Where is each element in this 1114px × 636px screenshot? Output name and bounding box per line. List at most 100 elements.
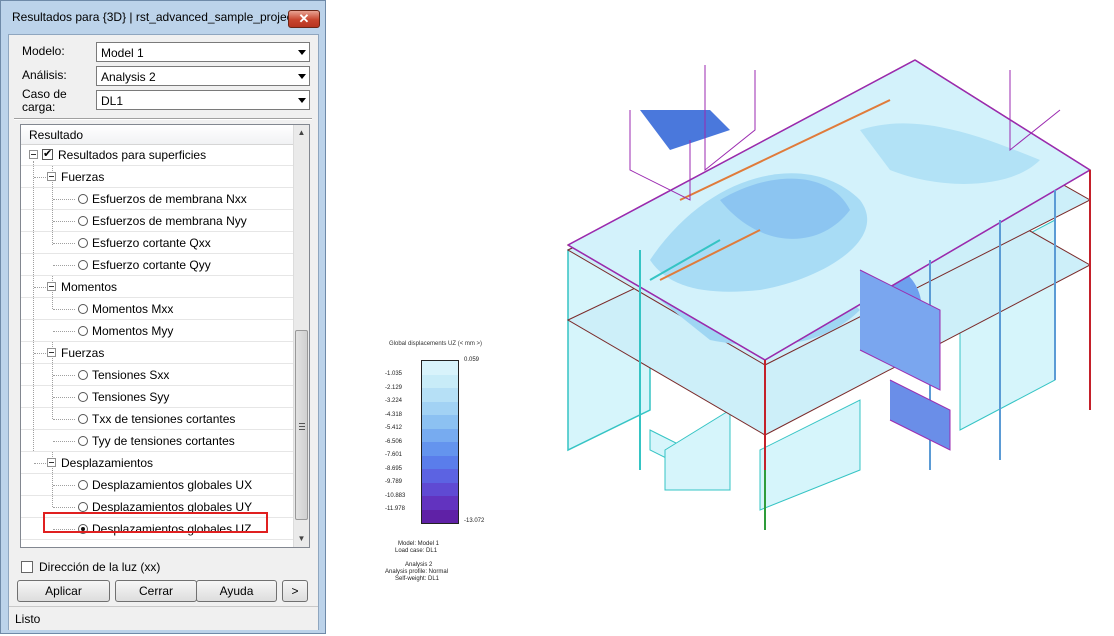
- tree-item-label: Tensiones Syy: [92, 390, 170, 404]
- legend-tick-label: -4.318: [385, 411, 403, 418]
- legend-analysis-profile: Analysis profile: Normal: [385, 569, 449, 575]
- title-bar[interactable]: Resultados para {3D} | rst_advanced_samp…: [1, 1, 325, 35]
- tree-line: [53, 243, 75, 244]
- legend-band: [422, 455, 458, 469]
- radio-icon[interactable]: [78, 392, 88, 402]
- close-button[interactable]: Cerrar: [115, 580, 197, 602]
- tree-line: [53, 485, 75, 486]
- legend-band: [422, 415, 458, 429]
- help-button[interactable]: Ayuda: [196, 580, 277, 602]
- tree-item-label: Fuerzas: [61, 346, 105, 360]
- tree-line: [34, 353, 46, 354]
- collapse-icon[interactable]: [47, 348, 56, 357]
- radio-icon[interactable]: [78, 238, 88, 248]
- tree-item-displacement-ux[interactable]: Desplazamientos globales UX: [21, 474, 293, 496]
- legend-tick-label: -2.129: [385, 384, 403, 391]
- model-label: Modelo:: [22, 44, 65, 58]
- tree-item-label: Momentos Mxx: [92, 302, 174, 316]
- tree-item-label: Txx de tensiones cortantes: [92, 412, 236, 426]
- status-text: Listo: [15, 612, 41, 626]
- tree-scrollbar[interactable]: ▲ ▼: [293, 125, 309, 547]
- apply-button[interactable]: Aplicar: [17, 580, 110, 602]
- scrollbar-thumb[interactable]: [295, 330, 308, 520]
- tree-header-label: Resultado: [29, 128, 84, 142]
- close-window-button[interactable]: ✕: [288, 10, 320, 28]
- tree-line: [53, 419, 75, 420]
- results-tree: Resultado Resultados para superficies Fu…: [20, 124, 310, 548]
- chevron-down-icon: [298, 50, 306, 55]
- selection-highlight: [43, 512, 268, 533]
- tree-line: [53, 309, 75, 310]
- legend-tick-label: -10.883: [385, 492, 406, 499]
- model-3d-view[interactable]: [560, 50, 1105, 610]
- collapse-icon[interactable]: [47, 172, 56, 181]
- radio-icon[interactable]: [78, 480, 88, 490]
- legend-top-value: 0.059: [464, 357, 480, 363]
- tree-item-shear-stress-tyy[interactable]: Tyy de tensiones cortantes: [21, 430, 293, 452]
- tree-line: [34, 463, 46, 464]
- tree-line: [53, 265, 75, 266]
- status-bar: Listo: [9, 606, 318, 630]
- tree-item-label: Esfuerzos de membrana Nxx: [92, 192, 247, 206]
- collapse-icon[interactable]: [29, 150, 38, 159]
- radio-icon[interactable]: [78, 502, 88, 512]
- legend-band: [422, 388, 458, 402]
- legend-band: [422, 469, 458, 483]
- tree-item-label: Tyy de tensiones cortantes: [92, 434, 235, 448]
- tree-item-moments-myy[interactable]: Momentos Myy: [21, 320, 293, 342]
- tree-line: [53, 375, 75, 376]
- tree-item-stresses-group[interactable]: Fuerzas: [21, 342, 293, 364]
- tree-item-moments-mxx[interactable]: Momentos Mxx: [21, 298, 293, 320]
- legend-selfweight: Self-weight: DL1: [395, 576, 440, 582]
- tree-header: Resultado: [21, 125, 293, 145]
- legend-tick-label: -11.978: [385, 506, 405, 512]
- loadcase-label-line2: carga:: [22, 100, 56, 114]
- more-button[interactable]: >: [282, 580, 308, 602]
- tree-line: [34, 177, 46, 178]
- radio-icon[interactable]: [78, 260, 88, 270]
- chevron-down-icon: [298, 98, 306, 103]
- legend-band: [422, 496, 458, 510]
- tree-item-moments[interactable]: Momentos: [21, 276, 293, 298]
- radio-icon[interactable]: [78, 414, 88, 424]
- tree-item-displacements[interactable]: Desplazamientos: [21, 452, 293, 474]
- chevron-down-icon: [298, 74, 306, 79]
- legend-analysis: Analysis 2: [405, 562, 433, 568]
- loadcase-label-line1: Caso de: [22, 87, 67, 101]
- collapse-icon[interactable]: [47, 282, 56, 291]
- radio-icon[interactable]: [78, 370, 88, 380]
- radio-icon[interactable]: [78, 436, 88, 446]
- tree-item-shear-qyy[interactable]: Esfuerzo cortante Qyy: [21, 254, 293, 276]
- tree-item-shear-stress-txx[interactable]: Txx de tensiones cortantes: [21, 408, 293, 430]
- collapse-icon[interactable]: [47, 458, 56, 467]
- tree-item-surface-results[interactable]: Resultados para superficies: [21, 144, 293, 166]
- legend-band: [422, 374, 458, 388]
- checkbox-icon[interactable]: [42, 147, 53, 160]
- radio-icon[interactable]: [78, 194, 88, 204]
- scroll-up-icon[interactable]: ▲: [294, 125, 309, 141]
- tree-line: [53, 221, 75, 222]
- legend-band: [422, 509, 458, 523]
- legend-band: [422, 401, 458, 415]
- tree-item-stress-sxx[interactable]: Tensiones Sxx: [21, 364, 293, 386]
- contour-region: [640, 110, 730, 150]
- radio-icon[interactable]: [78, 216, 88, 226]
- legend-band: [422, 482, 458, 496]
- tree-item-membrane-nxx[interactable]: Esfuerzos de membrana Nxx: [21, 188, 293, 210]
- tree-item-forces[interactable]: Fuerzas: [21, 166, 293, 188]
- legend-bottom-value: -13.072: [464, 518, 485, 524]
- tree-item-label: Fuerzas: [61, 170, 105, 184]
- legend-band: [422, 361, 458, 375]
- analysis-label: Análisis:: [22, 68, 67, 82]
- tree-item-shear-qxx[interactable]: Esfuerzo cortante Qxx: [21, 232, 293, 254]
- analysis-select[interactable]: Analysis 2: [96, 66, 310, 86]
- loadcase-select[interactable]: DL1: [96, 90, 310, 110]
- model-select[interactable]: Model 1: [96, 42, 310, 62]
- tree-item-stress-syy[interactable]: Tensiones Syy: [21, 386, 293, 408]
- legend-tick-label: -6.506: [385, 438, 403, 445]
- span-direction-checkbox[interactable]: [21, 561, 33, 573]
- tree-item-membrane-nyy[interactable]: Esfuerzos de membrana Nyy: [21, 210, 293, 232]
- radio-icon[interactable]: [78, 304, 88, 314]
- radio-icon[interactable]: [78, 326, 88, 336]
- scroll-down-icon[interactable]: ▼: [294, 531, 309, 547]
